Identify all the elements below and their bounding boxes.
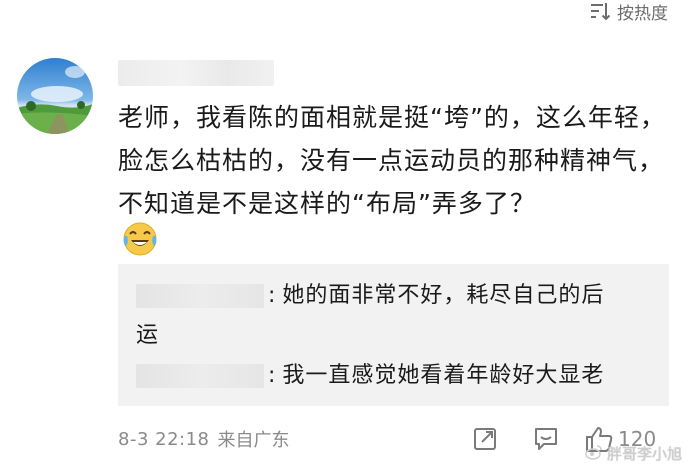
comment-icon[interactable] — [532, 426, 560, 452]
weibo-logo-icon — [585, 444, 603, 464]
share-icon[interactable] — [472, 426, 498, 452]
reply-text: 我一直感觉她看着年龄好大显老 — [282, 363, 605, 388]
avatar[interactable] — [17, 58, 93, 134]
timestamp: 8-3 22:18 — [118, 428, 210, 450]
reply-username-redacted[interactable] — [136, 364, 264, 388]
reply-item[interactable]: : 我一直感觉她看着年龄好大显老 — [118, 356, 669, 396]
reply-username-redacted[interactable] — [136, 284, 264, 308]
comment-text: 老师，我看陈的面相就是挺“垮”的，这么年轻，脸怎么枯枯的，没有一点运动员的那种精… — [118, 103, 666, 218]
reply-item[interactable]: : 她的面非常不好，耗尽自己的后 运 — [118, 276, 669, 348]
watermark-text: 胖哥李小旭 — [606, 445, 682, 463]
sort-icon — [589, 1, 611, 21]
sort-by-heat-button[interactable]: 按热度 — [589, 0, 668, 24]
weibo-comment-screen: 按热度 老师，我看陈的面相就是挺“垮”的，这么年轻，脸怎么枯枯的，没有一点运动员… — [0, 0, 690, 470]
location-source: 来自广东 — [217, 430, 290, 451]
laugh-cry-emoji — [120, 218, 160, 258]
reply-text: 她的面非常不好，耗尽自己的后 — [282, 283, 605, 308]
watermark: 胖哥李小旭 — [585, 443, 682, 464]
replies-box[interactable]: : 她的面非常不好，耗尽自己的后 运 : 我一直感觉她看着年龄好大显老 — [118, 264, 669, 406]
reply-text-continued: 运 — [136, 323, 160, 348]
sort-label: 按热度 — [617, 3, 668, 24]
username-redacted[interactable] — [118, 60, 274, 86]
